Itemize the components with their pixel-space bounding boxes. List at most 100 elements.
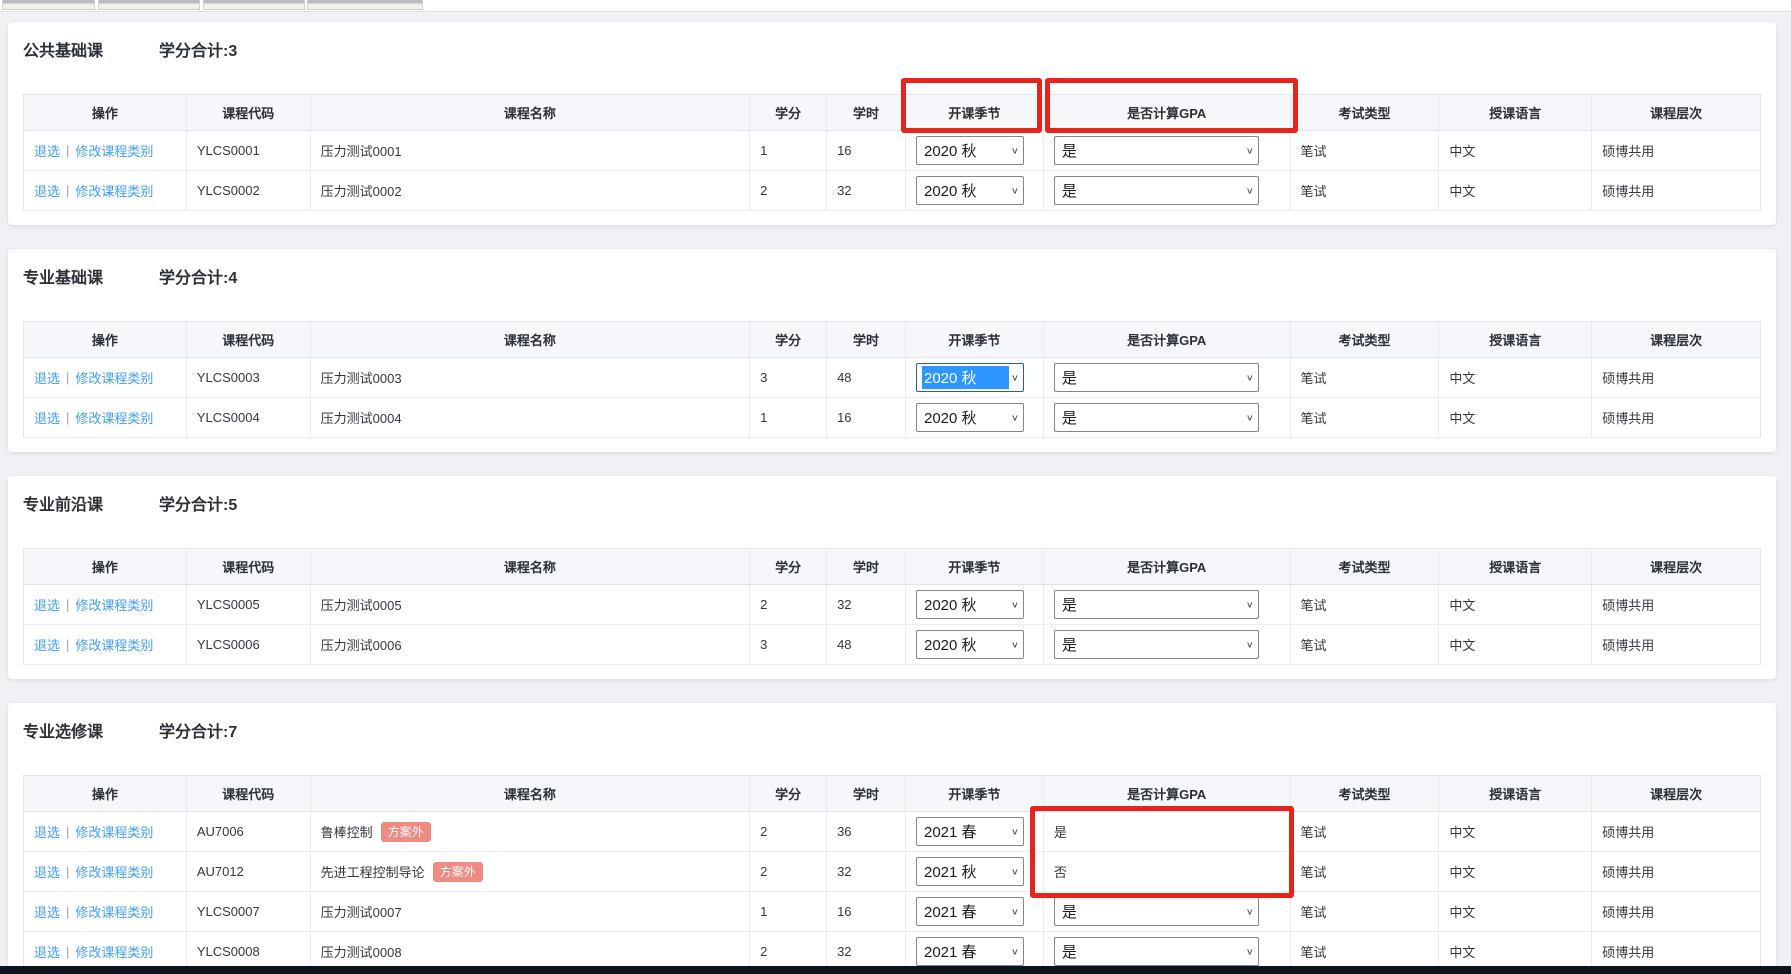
chevron-down-icon: ∨ [1011, 639, 1019, 649]
table-row: 退选|修改课程类别YLCS0003压力测试00033482020 秋∨是∨笔试中… [24, 358, 1760, 398]
season-select[interactable]: 2020 秋∨ [916, 590, 1024, 619]
modify-course-type-link[interactable]: 修改课程类别 [75, 141, 153, 160]
chevron-down-icon: ∨ [1246, 412, 1254, 422]
column-header-level: 课程层次 [1592, 95, 1760, 131]
season-select[interactable]: 2021 春∨ [916, 897, 1024, 926]
season-select[interactable]: 2020 秋∨ [916, 403, 1024, 432]
column-header-language: 授课语言 [1439, 322, 1592, 358]
credits-cell: 2 [750, 812, 827, 852]
course-code-cell: YLCS0005 [187, 585, 311, 625]
modify-course-type-link[interactable]: 修改课程类别 [75, 368, 153, 387]
table-row: 退选|修改课程类别YLCS0001压力测试00011162020 秋∨是∨笔试中… [24, 131, 1760, 171]
chevron-down-icon: ∨ [1011, 906, 1019, 916]
language-cell: 中文 [1439, 358, 1592, 398]
modify-course-type-link[interactable]: 修改课程类别 [75, 902, 153, 921]
exam-type-cell: 笔试 [1291, 852, 1440, 892]
modify-course-type-link[interactable]: 修改课程类别 [75, 822, 153, 841]
gpa-select[interactable]: 是∨ [1054, 937, 1259, 966]
deselect-link[interactable]: 退选 [34, 822, 60, 841]
gpa-select[interactable]: 是∨ [1054, 136, 1259, 165]
gpa-select[interactable]: 是∨ [1054, 590, 1259, 619]
gpa-select[interactable]: 是∨ [1054, 403, 1259, 432]
season-select[interactable]: 2021 春∨ [916, 937, 1024, 966]
gpa-select-value: 是 [1060, 633, 1244, 656]
link-separator: | [66, 410, 69, 425]
season-select[interactable]: 2020 秋∨ [916, 176, 1024, 205]
table-header-row: 操作课程代码课程名称学分学时开课季节是否计算GPA考试类型授课语言课程层次 [24, 549, 1760, 585]
tab-stub-2[interactable] [98, 0, 200, 10]
deselect-link[interactable]: 退选 [34, 635, 60, 654]
course-name: 压力测试0006 [321, 635, 402, 654]
gpa-select[interactable]: 是∨ [1054, 897, 1259, 926]
gpa-select[interactable]: 是∨ [1054, 363, 1259, 392]
credits-cell: 2 [750, 585, 827, 625]
season-select[interactable]: 2021 春∨ [916, 817, 1024, 846]
deselect-link[interactable]: 退选 [34, 368, 60, 387]
operation-cell: 退选|修改课程类别 [24, 892, 187, 932]
table-header-row: 操作课程代码课程名称学分学时开课季节是否计算GPA考试类型授课语言课程层次 [24, 95, 1760, 131]
column-header-hours: 学时 [827, 322, 906, 358]
deselect-link[interactable]: 退选 [34, 862, 60, 881]
modify-course-type-link[interactable]: 修改课程类别 [75, 408, 153, 427]
season-select[interactable]: 2020 秋∨ [916, 363, 1024, 392]
deselect-link[interactable]: 退选 [34, 181, 60, 200]
course-name-cell: 先进工程控制导论方案外 [311, 852, 750, 892]
modify-course-type-link[interactable]: 修改课程类别 [75, 862, 153, 881]
column-header-course-code: 课程代码 [187, 549, 311, 585]
gpa-select[interactable]: 是∨ [1054, 176, 1259, 205]
modify-course-type-link[interactable]: 修改课程类别 [75, 942, 153, 961]
column-header-operation: 操作 [24, 322, 187, 358]
level-cell: 硕博共用 [1592, 625, 1760, 665]
course-name-cell: 鲁棒控制方案外 [311, 812, 750, 852]
modify-course-type-link[interactable]: 修改课程类别 [75, 635, 153, 654]
deselect-link[interactable]: 退选 [34, 141, 60, 160]
season-cell: 2020 秋∨ [906, 131, 1044, 171]
chevron-down-icon: ∨ [1246, 145, 1254, 155]
season-select-value: 2020 秋 [922, 593, 1009, 616]
course-name: 压力测试0003 [321, 368, 402, 387]
level-cell: 硕博共用 [1592, 585, 1760, 625]
column-header-exam-type: 考试类型 [1291, 776, 1440, 812]
tab-stub-4[interactable] [307, 0, 423, 10]
course-name-cell: 压力测试0005 [311, 585, 750, 625]
category-name: 专业选修课 [23, 718, 103, 742]
level-cell: 硕博共用 [1592, 812, 1760, 852]
deselect-link[interactable]: 退选 [34, 595, 60, 614]
deselect-link[interactable]: 退选 [34, 902, 60, 921]
course-name: 压力测试0007 [321, 902, 402, 921]
hours-cell: 32 [827, 852, 906, 892]
course-name: 压力测试0008 [321, 942, 402, 961]
season-select[interactable]: 2020 秋∨ [916, 136, 1024, 165]
tab-stub-3[interactable] [203, 0, 305, 10]
gpa-select-value: 是 [1060, 139, 1244, 162]
column-header-exam-type: 考试类型 [1291, 549, 1440, 585]
tab-stub-1[interactable] [2, 0, 95, 10]
column-header-operation: 操作 [24, 549, 187, 585]
season-select[interactable]: 2021 秋∨ [916, 857, 1024, 886]
season-select-value: 2020 秋 [922, 633, 1009, 656]
season-select[interactable]: 2020 秋∨ [916, 630, 1024, 659]
course-table: 操作课程代码课程名称学分学时开课季节是否计算GPA考试类型授课语言课程层次退选|… [23, 775, 1761, 972]
column-header-level: 课程层次 [1592, 322, 1760, 358]
column-header-course-name: 课程名称 [311, 95, 751, 131]
operation-cell: 退选|修改课程类别 [24, 585, 187, 625]
column-header-hours: 学时 [827, 549, 906, 585]
credit-total: 学分合计:4 [159, 264, 237, 288]
column-header-credits: 学分 [750, 549, 827, 585]
course-name: 压力测试0004 [321, 408, 402, 427]
deselect-link[interactable]: 退选 [34, 942, 60, 961]
season-select-value: 2021 春 [922, 900, 1009, 923]
credits-cell: 3 [750, 358, 827, 398]
table-header-row: 操作课程代码课程名称学分学时开课季节是否计算GPA考试类型授课语言课程层次 [24, 776, 1760, 812]
operation-cell: 退选|修改课程类别 [24, 171, 187, 211]
gpa-select[interactable]: 是∨ [1054, 630, 1259, 659]
season-cell: 2020 秋∨ [906, 625, 1044, 665]
column-header-operation: 操作 [24, 95, 187, 131]
course-code-cell: AU7012 [187, 852, 311, 892]
deselect-link[interactable]: 退选 [34, 408, 60, 427]
modify-course-type-link[interactable]: 修改课程类别 [75, 595, 153, 614]
credit-total: 学分合计:5 [159, 491, 237, 515]
credits-cell: 2 [750, 852, 827, 892]
modify-course-type-link[interactable]: 修改课程类别 [75, 181, 153, 200]
hours-cell: 36 [827, 812, 906, 852]
